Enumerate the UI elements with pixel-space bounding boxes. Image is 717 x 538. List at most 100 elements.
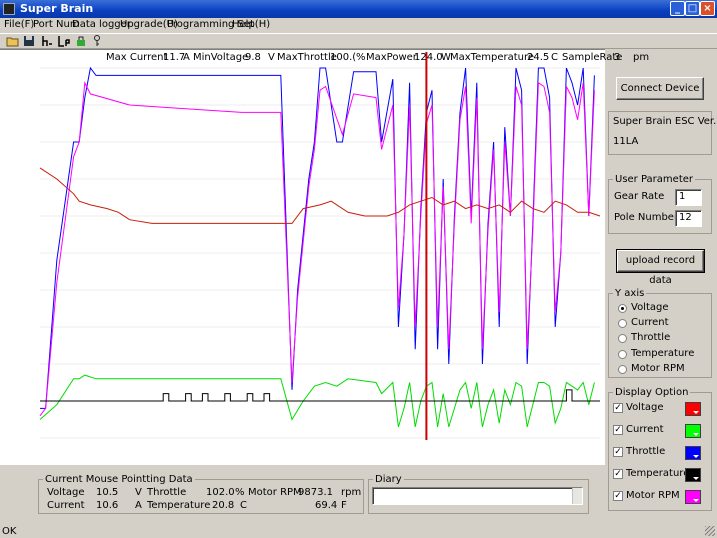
menu-help[interactable]: Help(H) [232,19,270,30]
mouse-temperature-f-value: 69.4 [315,500,338,511]
display-label-current: Current [626,424,664,435]
diary-scrollbar[interactable] [572,488,582,504]
status-text: OK [2,526,17,537]
pole-number-input[interactable]: 12 [675,210,702,227]
max-temp-value: 24.5 [527,52,550,63]
chart-svg[interactable] [0,50,605,466]
max-current-value: 11.7 [163,52,186,63]
y-axis-option-motor-rpm[interactable]: Motor RPM [631,363,685,374]
color-picker-motor-rpm[interactable] [685,490,701,504]
mouse-current-unit: A [135,500,142,511]
connect-device-button[interactable]: Connect Device [616,77,704,100]
sample-rate-unit: pm [633,52,650,63]
display-option-group: Display Option ✓ Voltage ✓ Current ✓ Thr… [608,387,712,511]
maximize-button[interactable]: □ [685,1,700,16]
voltage-unit: V [268,52,275,63]
y-axis-radio-motor-rpm[interactable] [618,365,627,374]
display-checkbox-motor-rpm[interactable]: ✓ [613,491,623,501]
mouse-temperature-c-unit: C [240,500,247,511]
menu-bar: File(F) Port Num Data logger Upgrade(U) … [0,18,717,32]
menu-file[interactable]: File(F) [4,19,34,30]
mouse-throttle-value: 102.0 [206,487,235,498]
y-axis-group: Y axis Voltage Current Throttle Temperat… [608,288,712,378]
user-parameter-group: User Parameter Gear Rate 1 Pole Number 1… [608,174,712,234]
mouse-rpm-label: Motor RPM [248,487,302,498]
display-label-motor-rpm: Motor RPM [626,490,680,501]
y-axis-option-throttle[interactable]: Throttle [631,332,670,343]
max-current-label: Max Current [106,52,168,63]
mouse-data-group: Current Mouse Pointting Data Voltage 10.… [38,474,364,514]
max-temp-label: MaxTemperature [450,52,535,63]
mouse-rpm-unit: rpm [341,487,362,498]
min-voltage-value: 9.8 [245,52,261,63]
max-power-label: MaxPower [366,52,417,63]
y-axis-option-voltage[interactable]: Voltage [631,302,669,313]
display-label-temperature: Temperature [626,468,690,479]
display-label-throttle: Throttle [626,446,666,457]
title-bar: Super Brain _ □ × [0,0,717,18]
max-power-value: 124.0 [414,52,443,63]
mouse-voltage-value: 10.5 [96,487,119,498]
esc-version-box: Super Brain ESC Ver. 11LA [608,111,716,155]
mouse-temperature-c-value: 20.8 [212,500,235,511]
sample-rate-value: 3 [614,52,621,63]
diary-title: Diary [375,474,402,485]
y-axis-option-current[interactable]: Current [631,317,669,328]
status-bar: OK [0,526,717,538]
app-icon [3,3,15,15]
display-checkbox-throttle[interactable]: ✓ [613,447,623,457]
max-throttle-value: 100.( [330,52,357,63]
resize-grip[interactable] [705,526,715,536]
color-picker-temperature[interactable] [685,468,701,482]
user-parameter-title: User Parameter [615,174,693,185]
series-line-2 [39,167,601,224]
minimize-button[interactable]: _ [670,1,685,16]
color-picker-current[interactable] [685,424,701,438]
toolbar [0,33,717,49]
upload-record-data-button[interactable]: upload record data [616,249,705,286]
y-axis-radio-temperature[interactable] [618,350,627,359]
mouse-data-title: Current Mouse Pointting Data [45,474,193,485]
mouse-rpm-value: 9873.1 [298,487,333,498]
save-icon[interactable] [22,35,36,48]
diary-group: Diary [368,474,589,514]
folder-open-icon[interactable] [6,35,20,48]
y-axis-radio-current[interactable] [618,319,627,328]
min-voltage-label: MinVoltage [193,52,249,63]
mouse-current-label: Current [47,500,85,511]
current-icon[interactable] [57,35,71,48]
y-axis-title: Y axis [615,288,645,299]
temp-unit: C [551,52,558,63]
window-title: Super Brain [20,2,94,15]
display-checkbox-voltage[interactable]: ✓ [613,403,623,413]
mouse-throttle-label: Throttle [147,487,187,498]
display-option-title: Display Option [615,387,689,398]
display-checkbox-temperature[interactable]: ✓ [613,469,623,479]
close-button[interactable]: × [700,1,715,16]
esc-version-value: 11LA [613,136,639,147]
gear-rate-input[interactable]: 1 [675,189,702,206]
pole-number-label: Pole Number [614,212,679,223]
color-picker-voltage[interactable] [685,402,701,416]
chart-area[interactable] [0,49,605,465]
current-unit: A [183,52,190,63]
mouse-current-value: 10.6 [96,500,119,511]
diary-input[interactable] [372,487,583,505]
series-line-1 [39,81,595,417]
mouse-temperature-label: Temperature [147,500,211,511]
y-axis-radio-throttle[interactable] [618,334,627,343]
mouse-voltage-unit: V [135,487,142,498]
gear-rate-label: Gear Rate [614,191,665,202]
mouse-temperature-f-unit: F [341,500,347,511]
mouse-voltage-label: Voltage [47,487,85,498]
y-axis-option-temperature[interactable]: Temperature [631,348,694,359]
y-axis-radio-voltage[interactable] [618,304,627,313]
display-label-voltage: Voltage [626,402,664,413]
display-checkbox-current[interactable]: ✓ [613,425,623,435]
series-line-4 [40,389,600,402]
lock-icon[interactable] [74,35,88,48]
color-picker-throttle[interactable] [685,446,701,460]
rpm-icon[interactable] [40,35,54,48]
key-icon[interactable] [90,35,104,48]
mouse-throttle-unit: % [235,487,245,498]
